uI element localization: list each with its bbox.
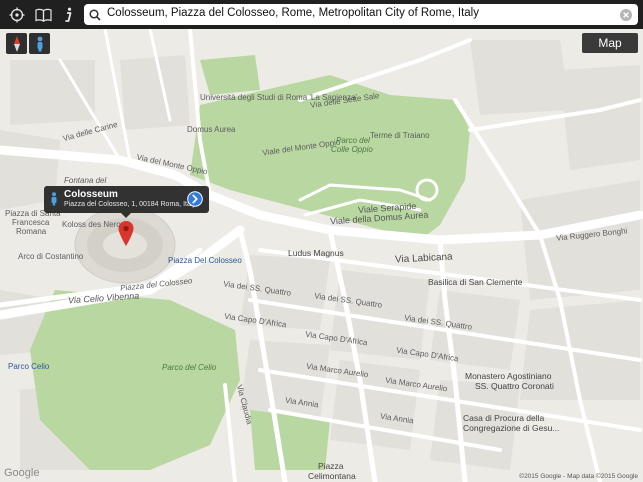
map-label: Congregazione di Gesu... (463, 423, 560, 433)
map-label: Fontana del (64, 176, 107, 185)
map-label: SS. Quattro Coronati (475, 381, 554, 391)
map-label: Parco Celio (8, 362, 50, 371)
map-label: Casa di Procura della (463, 413, 545, 423)
map-label: Domus Aurea (187, 125, 236, 134)
map-label: Monastero Agostiniano (465, 371, 552, 381)
map-label: Romana (16, 227, 47, 236)
callout-pointer (121, 213, 131, 218)
locate-icon[interactable] (6, 4, 28, 25)
street-view-icon[interactable] (50, 192, 58, 211)
clear-icon[interactable] (620, 8, 632, 26)
map-label: Piazza Del Colosseo (168, 256, 242, 265)
info-icon[interactable] (57, 4, 79, 25)
map-label: Piazza (318, 461, 344, 471)
map-label: Colle Oppio (331, 145, 373, 154)
map-label: Celimontana (308, 471, 356, 481)
map-label: Parco del (336, 136, 370, 145)
search-bar[interactable]: Colosseum, Piazza del Colosseo, Rome, Me… (84, 4, 638, 25)
map-type-button[interactable]: Map (582, 33, 638, 53)
map-label: Ludus Magnus (288, 248, 344, 258)
book-icon[interactable] (32, 4, 54, 25)
street-view-icon[interactable] (29, 33, 50, 54)
compass-icon[interactable] (6, 33, 27, 54)
map-label: Francesca (12, 218, 50, 227)
map-label: Koloss des Nero (62, 220, 121, 229)
map-label: Parco del Celio (162, 363, 217, 372)
google-logo: Google (4, 467, 40, 479)
callout-title: Colosseum (64, 189, 118, 200)
chevron-right-icon[interactable] (187, 191, 203, 207)
search-input[interactable]: Colosseum, Piazza del Colosseo, Rome, Me… (107, 7, 479, 19)
map-label: Terme di Traiano (370, 131, 430, 140)
callout-address: Piazza del Colosseo, 1, 00184 Roma, Ital… (64, 201, 196, 208)
place-callout[interactable]: Colosseum Piazza del Colosseo, 1, 00184 … (44, 186, 209, 213)
map-label: Basilica di San Clemente (428, 277, 523, 287)
map-attribution[interactable]: ©2015 Google - Map data ©2015 Google (519, 473, 638, 480)
map-label: Arco di Costantino (18, 252, 84, 261)
search-icon (89, 8, 101, 26)
